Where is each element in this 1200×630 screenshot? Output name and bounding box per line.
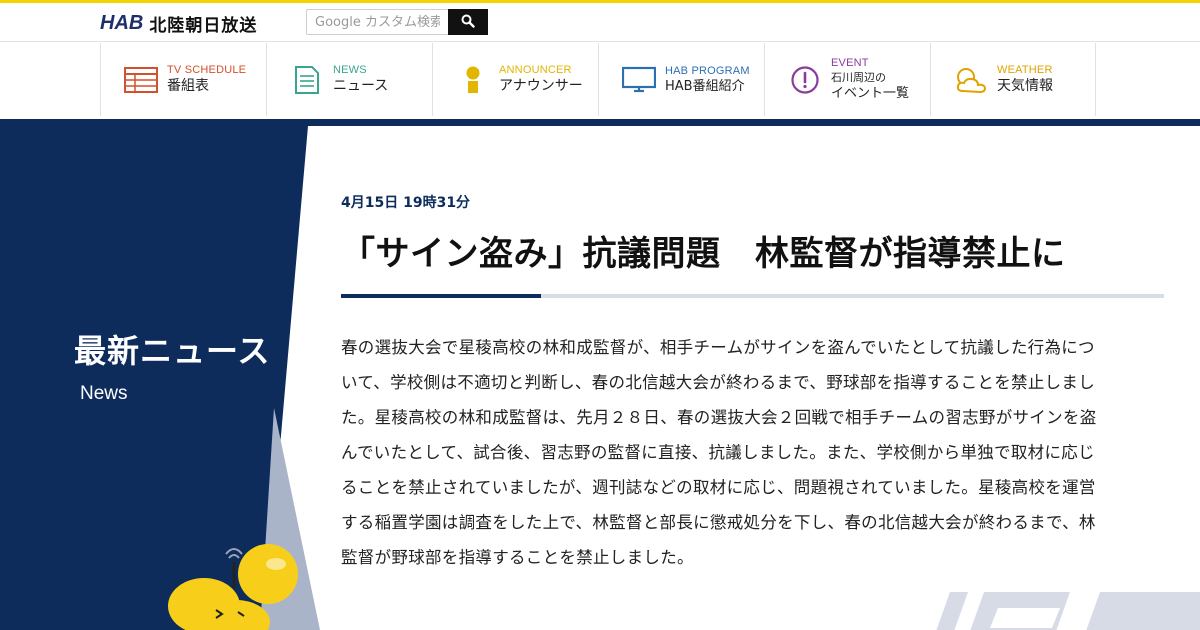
nav-item-weather[interactable]: WEATHER 天気情報 (930, 43, 1096, 116)
news-document-icon (289, 62, 325, 98)
hab-watermark-logo (920, 588, 1200, 630)
logo-mark: HAB (100, 11, 144, 34)
nav-en-label: NEWS (333, 64, 367, 76)
article-body: 春の選抜大会で星稜高校の林和成監督が、相手チームがサインを盗んでいたとして抗議し… (341, 338, 1097, 567)
sidebar-title: 最新ニュース (74, 332, 271, 370)
nav-jp-label-line1: 石川周辺の (831, 71, 886, 84)
announcer-person-icon (455, 62, 491, 98)
sidebar-subtitle: News (80, 383, 128, 404)
nav-jp-label: ニュース (333, 78, 389, 94)
article-headline: 「サイン盗み」抗議問題 林監督が指導禁止に (341, 234, 1066, 274)
nav-item-news[interactable]: NEWS ニュース (266, 43, 432, 116)
search-box (306, 9, 488, 35)
nav-en-label: WEATHER (997, 64, 1053, 76)
site-logo[interactable]: HAB 北陸朝日放送 (100, 11, 258, 36)
header-divider-bar (0, 119, 1200, 126)
nav-item-announcer[interactable]: ANNOUNCER アナウンサー (432, 43, 598, 116)
logo-text: 北陸朝日放送 (149, 15, 258, 36)
weather-sun-cloud-icon (953, 62, 989, 98)
headline-rule-accent (341, 294, 541, 298)
nav-jp-label: アナウンサー (499, 78, 583, 94)
tv-schedule-grid-icon (123, 62, 159, 98)
nav-jp-label-line2: イベント一覧 (831, 86, 910, 101)
nav-jp-label: HAB番組紹介 (665, 78, 745, 94)
nav-en-label: EVENT (831, 57, 869, 69)
search-input[interactable] (306, 9, 448, 35)
nav-item-hab-program[interactable]: HAB PROGRAM HAB番組紹介 (598, 43, 764, 116)
nav-item-tv-schedule[interactable]: TV SCHEDULE 番組表 (100, 43, 266, 116)
search-icon (461, 14, 475, 31)
nav-en-label: ANNOUNCER (499, 64, 572, 76)
mascot-character-icon (168, 544, 298, 630)
sidebar-panel: 最新ニュース News (0, 126, 320, 630)
main-nav: TV SCHEDULE 番組表 NEWS ニュース ANNOUNCER アナウン… (100, 43, 1097, 116)
site-header: HAB 北陸朝日放送 (0, 3, 1200, 42)
search-button[interactable] (448, 9, 488, 35)
article-date: 4月15日 19時31分 (341, 195, 471, 211)
monitor-icon (621, 62, 657, 98)
nav-item-event[interactable]: EVENT 石川周辺の イベント一覧 (764, 43, 930, 116)
nav-en-label: HAB PROGRAM (665, 64, 750, 77)
exclamation-circle-icon (787, 62, 823, 98)
nav-jp-label: 天気情報 (997, 78, 1053, 94)
nav-jp-label: 番組表 (167, 78, 209, 94)
nav-en-label: TV SCHEDULE (167, 64, 247, 76)
